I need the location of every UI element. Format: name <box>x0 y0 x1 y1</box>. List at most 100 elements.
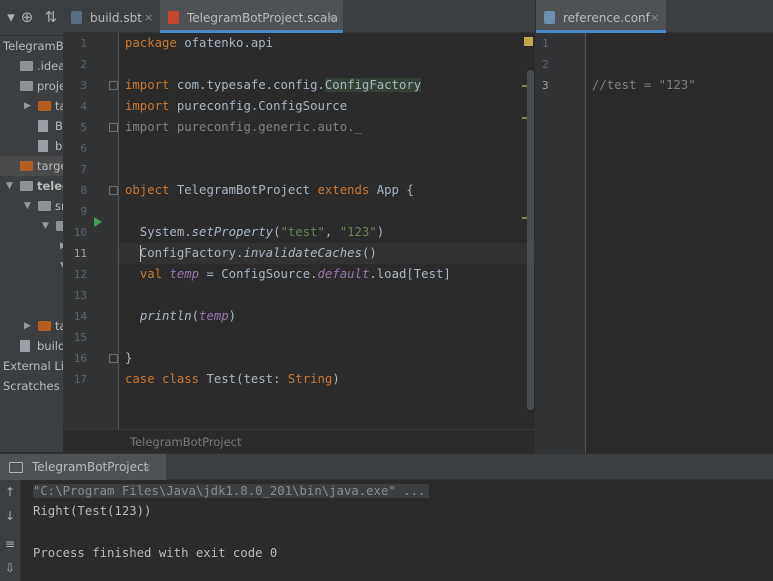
line-number-gutter: 1 2 3 4 5 6 7 8 9 10 11 12 13 14 15 16 17 <box>63 33 119 429</box>
expanded-arrow-icon[interactable]: ▼ <box>24 196 31 216</box>
line-number: 17 <box>73 373 87 386</box>
code-line[interactable]: import pureconfig.ConfigSource <box>125 96 347 117</box>
tree-item[interactable]: ▼ src <box>0 196 63 216</box>
tree-item[interactable]: ▼ <box>0 256 63 276</box>
code-line[interactable]: //test = "123" <box>592 75 696 96</box>
right-editor-tabs: reference.conf × <box>535 0 773 33</box>
tree-item-label: .idea <box>37 59 63 73</box>
tree-item[interactable] <box>0 296 63 316</box>
tree-item[interactable]: ▼ telegram <box>0 176 63 196</box>
console-icon <box>9 462 23 473</box>
collapsed-arrow-icon[interactable]: ▶ <box>24 316 31 336</box>
tree-item[interactable]: Base <box>0 116 63 136</box>
folder-icon <box>38 201 51 211</box>
tree-item[interactable]: TelegramBo <box>0 36 63 56</box>
code-line[interactable]: import pureconfig.generic.auto._ <box>125 117 362 138</box>
scroll-to-end-icon[interactable]: ⇩ <box>2 560 18 576</box>
tree-item[interactable]: ▶ <box>0 236 63 256</box>
line-number: 8 <box>80 184 87 197</box>
close-icon[interactable]: × <box>142 454 151 481</box>
fold-marker-icon[interactable] <box>109 123 118 132</box>
run-icon[interactable] <box>94 217 102 227</box>
code-line[interactable]: println(temp) <box>125 306 236 327</box>
tab-reference-conf[interactable]: reference.conf × <box>536 0 666 33</box>
code-line[interactable]: package ofatenko.api <box>125 33 273 54</box>
fold-marker-icon[interactable] <box>109 81 118 90</box>
tree-item-label: Scratches a <box>3 379 63 393</box>
project-toolbar: ▾ ⊕ ⇅ <box>0 0 63 36</box>
tree-item[interactable]: ▼ <box>0 276 63 296</box>
fold-marker-icon[interactable] <box>109 354 118 363</box>
code-line[interactable]: import com.typesafe.config.ConfigFactory <box>125 75 422 96</box>
line-number: 6 <box>80 142 87 155</box>
fold-marker-icon[interactable] <box>109 186 118 195</box>
expanded-arrow-icon[interactable]: ▼ <box>6 176 13 196</box>
line-number: 9 <box>80 205 87 218</box>
code-line[interactable]: ConfigFactory.invalidateCaches() <box>125 243 377 264</box>
tree-item-label: External Lib <box>3 359 63 373</box>
tree-item[interactable]: build.sb <box>0 336 63 356</box>
tree-item[interactable]: Scratches a <box>0 376 63 396</box>
folder-icon <box>38 101 51 111</box>
reference-conf-editor[interactable]: 1 2 3 //test = "123" <box>535 33 773 453</box>
line-number: 3 <box>80 79 87 92</box>
line-number: 1 <box>80 37 87 50</box>
line-number: 4 <box>80 100 87 113</box>
folder-icon <box>20 81 33 91</box>
console-line: Process finished with exit code 0 <box>33 546 278 560</box>
close-icon[interactable]: × <box>327 0 336 36</box>
console-command[interactable]: "C:\Program Files\Java\jdk1.8.0_201\bin\… <box>33 484 430 498</box>
tree-item[interactable]: ▶ targe <box>0 96 63 116</box>
scroll-down-icon[interactable]: ↓ <box>2 508 18 524</box>
file-icon <box>20 340 30 352</box>
tree-item[interactable]: build <box>0 136 63 156</box>
tab-run-telegram-bot-project[interactable]: TelegramBotProject × <box>0 454 166 481</box>
console-line: Right(Test(123)) <box>33 504 152 518</box>
code-line[interactable]: object TelegramBotProject extends App { <box>125 180 414 201</box>
warning-status-icon[interactable] <box>524 37 533 46</box>
tree-item[interactable]: ▶ targe <box>0 316 63 336</box>
folder-icon <box>38 321 51 331</box>
tab-build-sbt[interactable]: build.sbt × <box>63 0 160 33</box>
tree-item[interactable]: .idea <box>0 56 63 76</box>
code-line[interactable]: val temp = ConfigSource.default.load[Tes… <box>125 264 451 285</box>
code-line[interactable]: } <box>125 348 132 369</box>
tree-item-label: telegram <box>37 179 63 193</box>
line-number: 10 <box>73 226 87 239</box>
breadcrumb[interactable]: TelegramBotProject <box>63 429 535 453</box>
line-number: 2 <box>80 58 87 71</box>
scala-file-icon <box>168 11 179 24</box>
project-panel: ▾ ⊕ ⇅ TelegramBo .idea project [▶ targe Base… <box>0 0 63 452</box>
expanded-arrow-icon[interactable]: ▼ <box>42 216 49 236</box>
tree-item[interactable]: ▼m <box>0 216 63 236</box>
close-icon[interactable]: × <box>650 0 659 36</box>
code-editor[interactable]: 1 2 3 4 5 6 7 8 9 10 11 12 13 14 15 16 17 package ofaten… <box>63 33 535 429</box>
locate-target-icon[interactable]: ⊕ <box>18 8 36 26</box>
sbt-file-icon <box>71 11 82 24</box>
line-number: 3 <box>542 79 549 92</box>
rerun-icon[interactable]: ↑ <box>2 484 18 500</box>
text-caret <box>140 245 141 262</box>
left-editor-tabs: build.sbt × TelegramBotProject.scala × <box>63 0 535 33</box>
soft-wrap-icon[interactable]: ≡ <box>2 536 18 552</box>
vertical-scrollbar[interactable] <box>527 70 534 410</box>
run-panel-header: TelegramBotProject × <box>0 453 773 481</box>
console-output[interactable]: "C:\Program Files\Java\jdk1.8.0_201\bin\… <box>21 480 773 581</box>
tab-telegram-bot-project-scala[interactable]: TelegramBotProject.scala × <box>160 0 343 33</box>
tab-label: TelegramBotProject.scala <box>187 11 339 25</box>
collapse-all-icon[interactable]: ⇅ <box>42 8 60 26</box>
close-icon[interactable]: × <box>144 0 153 36</box>
file-icon <box>38 140 48 152</box>
tree-item-label: build.sb <box>37 339 63 353</box>
tree-item[interactable]: project [ <box>0 76 63 96</box>
tree-item[interactable]: target <box>0 156 63 176</box>
folder-icon <box>20 61 33 71</box>
folder-icon <box>56 221 63 231</box>
code-area[interactable]: package ofatenko.api import com.typesafe.… <box>119 33 519 429</box>
collapsed-arrow-icon[interactable]: ▶ <box>24 96 31 116</box>
code-line[interactable]: case class Test(test: String) <box>125 369 340 390</box>
run-toolbar: ↑ ↓ ≡ ⇩ <box>0 480 21 581</box>
code-line[interactable]: System.setProperty("test", "123") <box>125 222 384 243</box>
tree-item[interactable]: External Lib <box>0 356 63 376</box>
line-number: 5 <box>80 121 87 134</box>
